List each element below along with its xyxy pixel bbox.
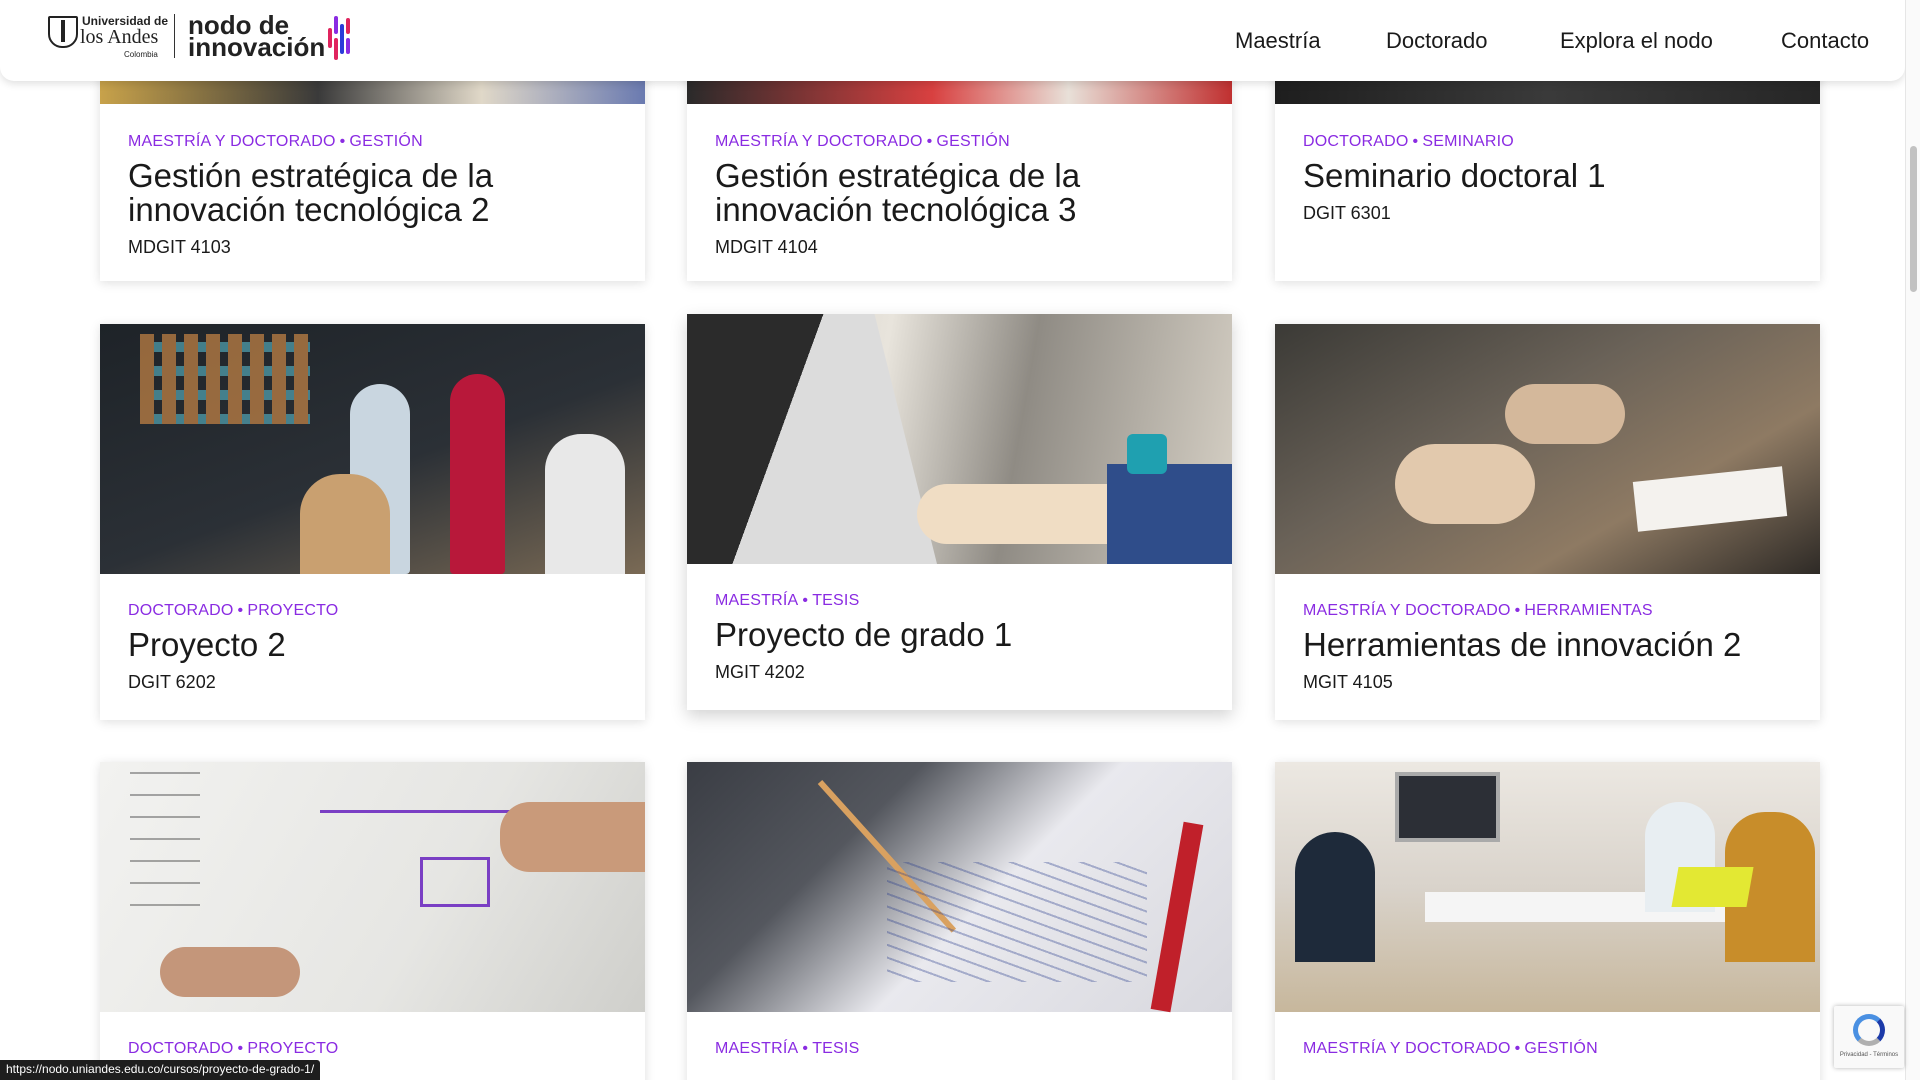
nav-doctorado[interactable]: Doctorado bbox=[1386, 28, 1488, 54]
uniandes-logo-line3: Colombia bbox=[124, 50, 158, 59]
course-category: MAESTRÍA Y DOCTORADO • HERRAMIENTAS bbox=[1303, 602, 1653, 619]
course-image bbox=[1275, 324, 1820, 574]
course-code: DGIT 6202 bbox=[128, 672, 216, 692]
course-code: MGIT 4202 bbox=[715, 662, 805, 682]
course-image bbox=[687, 762, 1232, 1013]
course-category: DOCTORADO • PROYECTO bbox=[128, 602, 339, 619]
course-title: Seminario doctoral 1 bbox=[1303, 157, 1606, 194]
nav-maestria[interactable]: Maestría bbox=[1235, 28, 1321, 54]
course-category: MAESTRÍA Y DOCTORADO • GESTIÓN bbox=[715, 133, 1010, 150]
logo-divider bbox=[174, 14, 175, 58]
course-category: DOCTORADO • SEMINARIO bbox=[1303, 133, 1514, 150]
course-card[interactable]: MAESTRÍA Y DOCTORADO • HERRAMIENTAS Herram… bbox=[1275, 324, 1820, 720]
scrollbar-thumb[interactable] bbox=[1910, 146, 1917, 292]
course-category: DOCTORADO • PROYECTO bbox=[128, 1040, 339, 1057]
course-image bbox=[100, 762, 645, 1012]
course-category: MAESTRÍA • TESIS bbox=[715, 592, 860, 609]
course-code: MDGIT 4104 bbox=[715, 237, 818, 257]
course-category: MAESTRÍA Y DOCTORADO • GESTIÓN bbox=[128, 133, 423, 150]
nodo-logo-line2: innovación bbox=[188, 32, 326, 62]
recaptcha-links[interactable]: Privacidad - Términos bbox=[1834, 1052, 1904, 1058]
course-card[interactable]: DOCTORADO • PROYECTO Proyecto 2 DGIT 6202 bbox=[100, 324, 645, 720]
course-title: Gestión estratégica de la innovación tec… bbox=[715, 157, 1081, 228]
course-code: MDGIT 4103 bbox=[128, 237, 231, 257]
course-category: MAESTRÍA Y DOCTORADO • GESTIÓN bbox=[1303, 1040, 1598, 1057]
course-card[interactable]: MAESTRÍA • TESIS bbox=[687, 762, 1232, 1080]
recaptcha-badge[interactable]: Privacidad - Términos bbox=[1834, 1006, 1904, 1068]
course-title: Herramientas de innovación 2 bbox=[1303, 626, 1742, 663]
course-category: MAESTRÍA • TESIS bbox=[715, 1040, 860, 1057]
course-card[interactable]: MAESTRÍA Y DOCTORADO • GESTIÓN bbox=[1275, 762, 1820, 1080]
course-card[interactable]: DOCTORADO • PROYECTO bbox=[100, 762, 645, 1080]
uniandes-logo-line2: los Andes bbox=[80, 26, 159, 48]
course-title: Proyecto 2 bbox=[128, 626, 286, 663]
uniandes-shield-icon bbox=[48, 16, 78, 48]
course-image bbox=[100, 324, 645, 574]
nodo-bars-icon bbox=[328, 16, 352, 62]
nodo-innovacion-logo[interactable]: nodo de innovación bbox=[188, 12, 358, 62]
uniandes-logo[interactable]: Universidad de los Andes Colombia bbox=[48, 14, 168, 60]
status-bar-url: https://nodo.uniandes.edu.co/cursos/proy… bbox=[0, 1060, 321, 1080]
recaptcha-icon bbox=[1853, 1014, 1885, 1046]
nav-explora-el-nodo[interactable]: Explora el nodo bbox=[1560, 28, 1713, 54]
page-scrollbar[interactable] bbox=[1905, 0, 1920, 1080]
site-header: Universidad de los Andes Colombia nodo d… bbox=[0, 0, 1905, 81]
course-code: DGIT 6301 bbox=[1303, 203, 1391, 223]
course-image bbox=[1275, 762, 1820, 1012]
course-code: MGIT 4105 bbox=[1303, 672, 1393, 692]
course-title: Gestión estratégica de la innovación tec… bbox=[128, 157, 494, 228]
nav-contacto[interactable]: Contacto bbox=[1781, 28, 1869, 54]
course-card[interactable]: MAESTRÍA • TESIS Proyecto de grado 1 MGIT … bbox=[687, 314, 1232, 710]
course-image bbox=[687, 314, 1232, 564]
course-title: Proyecto de grado 1 bbox=[715, 616, 1013, 653]
